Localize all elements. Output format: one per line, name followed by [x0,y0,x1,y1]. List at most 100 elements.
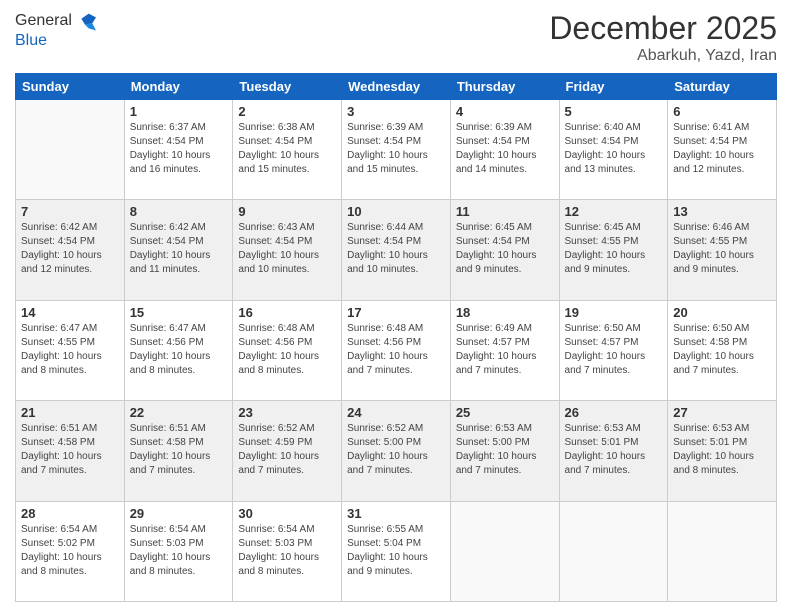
day-number: 22 [130,405,228,420]
day-info: Sunrise: 6:47 AM Sunset: 4:56 PM Dayligh… [130,322,228,378]
day-info: Sunrise: 6:53 AM Sunset: 5:01 PM Dayligh… [565,422,663,478]
calendar-cell: 27Sunrise: 6:53 AM Sunset: 5:01 PM Dayli… [668,401,777,501]
calendar-cell: 19 Sunrise: 6:50 AM Sunset: 4:57 PM Dayli… [559,300,668,400]
day-info: Sunrise: 6:40 AM Sunset: 4:54 PM Dayligh… [565,121,663,177]
day-info: Sunrise: 6:41 AM Sunset: 4:54 PM Dayligh… [673,121,771,177]
day-number: 25 [456,405,554,420]
calendar-week-row: 7 Sunrise: 6:42 AM Sunset: 4:54 PM Daylig… [16,200,777,300]
day-info: Sunrise: 6:45 AM Sunset: 4:54 PM Dayligh… [456,221,554,277]
day-info: Sunrise: 6:43 AM Sunset: 4:54 PM Dayligh… [238,221,336,277]
day-number: 31 [347,506,445,521]
header-wednesday: Wednesday [342,74,451,100]
day-info: Sunrise: 6:54 AM Sunset: 5:02 PM Dayligh… [21,523,119,579]
calendar-cell: 24 Sunrise: 6:52 AM Sunset: 5:00 PM Dayli… [342,401,451,501]
calendar-cell: 3 Sunrise: 6:39 AM Sunset: 4:54 PM Daylig… [342,100,451,200]
calendar-cell: 5 Sunrise: 6:40 AM Sunset: 4:54 PM Daylig… [559,100,668,200]
day-number: 12 [565,204,663,219]
day-number: 29 [130,506,228,521]
calendar-table: Sunday Monday Tuesday Wednesday Thursday… [15,73,777,602]
calendar-cell: 13Sunrise: 6:46 AM Sunset: 4:55 PM Dayli… [668,200,777,300]
day-info: Sunrise: 6:52 AM Sunset: 5:00 PM Dayligh… [347,422,445,478]
calendar-cell: 16 Sunrise: 6:48 AM Sunset: 4:56 PM Dayli… [233,300,342,400]
calendar-cell: 1 Sunrise: 6:37 AM Sunset: 4:54 PM Daylig… [124,100,233,200]
header: General Blue December 2025 Abarkuh, Yazd… [15,10,777,65]
title-block: December 2025 Abarkuh, Yazd, Iran [549,10,777,65]
calendar-cell: 17 Sunrise: 6:48 AM Sunset: 4:56 PM Dayli… [342,300,451,400]
calendar-cell: 20Sunrise: 6:50 AM Sunset: 4:58 PM Dayli… [668,300,777,400]
day-info: Sunrise: 6:39 AM Sunset: 4:54 PM Dayligh… [456,121,554,177]
day-number: 14 [21,305,119,320]
day-number: 30 [238,506,336,521]
day-number: 24 [347,405,445,420]
day-number: 18 [456,305,554,320]
day-info: Sunrise: 6:42 AM Sunset: 4:54 PM Dayligh… [130,221,228,277]
page: General Blue December 2025 Abarkuh, Yazd… [0,0,792,612]
day-number: 7 [21,204,119,219]
header-monday: Monday [124,74,233,100]
logo: General Blue [15,10,96,50]
calendar-cell [16,100,125,200]
day-info: Sunrise: 6:49 AM Sunset: 4:57 PM Dayligh… [456,322,554,378]
day-number: 13 [673,204,771,219]
day-number: 15 [130,305,228,320]
day-info: Sunrise: 6:48 AM Sunset: 4:56 PM Dayligh… [347,322,445,378]
day-number: 6 [673,104,771,119]
header-saturday: Saturday [668,74,777,100]
calendar-cell: 25 Sunrise: 6:53 AM Sunset: 5:00 PM Dayli… [450,401,559,501]
location-title: Abarkuh, Yazd, Iran [549,47,777,65]
day-number: 16 [238,305,336,320]
header-tuesday: Tuesday [233,74,342,100]
day-number: 20 [673,305,771,320]
calendar-cell: 23Sunrise: 6:52 AM Sunset: 4:59 PM Dayli… [233,401,342,501]
day-info: Sunrise: 6:42 AM Sunset: 4:54 PM Dayligh… [21,221,119,277]
day-info: Sunrise: 6:37 AM Sunset: 4:54 PM Dayligh… [130,121,228,177]
calendar-cell: 12Sunrise: 6:45 AM Sunset: 4:55 PM Dayli… [559,200,668,300]
day-number: 27 [673,405,771,420]
calendar-cell: 28 Sunrise: 6:54 AM Sunset: 5:02 PM Dayli… [16,501,125,601]
day-info: Sunrise: 6:51 AM Sunset: 4:58 PM Dayligh… [130,422,228,478]
day-number: 1 [130,104,228,119]
day-info: Sunrise: 6:54 AM Sunset: 5:03 PM Dayligh… [130,523,228,579]
calendar-cell: 14Sunrise: 6:47 AM Sunset: 4:55 PM Dayli… [16,300,125,400]
calendar-cell: 21 Sunrise: 6:51 AM Sunset: 4:58 PM Dayli… [16,401,125,501]
day-number: 26 [565,405,663,420]
day-info: Sunrise: 6:39 AM Sunset: 4:54 PM Dayligh… [347,121,445,177]
day-number: 19 [565,305,663,320]
day-number: 21 [21,405,119,420]
day-number: 9 [238,204,336,219]
day-info: Sunrise: 6:44 AM Sunset: 4:54 PM Dayligh… [347,221,445,277]
calendar-cell [668,501,777,601]
day-info: Sunrise: 6:50 AM Sunset: 4:57 PM Dayligh… [565,322,663,378]
calendar-week-row: 21 Sunrise: 6:51 AM Sunset: 4:58 PM Dayli… [16,401,777,501]
calendar-week-row: 28 Sunrise: 6:54 AM Sunset: 5:02 PM Dayli… [16,501,777,601]
calendar-cell: 11Sunrise: 6:45 AM Sunset: 4:54 PM Dayli… [450,200,559,300]
header-sunday: Sunday [16,74,125,100]
calendar-cell [559,501,668,601]
calendar-cell: 7 Sunrise: 6:42 AM Sunset: 4:54 PM Daylig… [16,200,125,300]
day-info: Sunrise: 6:48 AM Sunset: 4:56 PM Dayligh… [238,322,336,378]
day-number: 8 [130,204,228,219]
day-number: 5 [565,104,663,119]
calendar-cell: 2Sunrise: 6:38 AM Sunset: 4:54 PM Daylig… [233,100,342,200]
calendar-cell: 9 Sunrise: 6:43 AM Sunset: 4:54 PM Daylig… [233,200,342,300]
day-info: Sunrise: 6:53 AM Sunset: 5:00 PM Dayligh… [456,422,554,478]
calendar-cell: 18 Sunrise: 6:49 AM Sunset: 4:57 PM Dayli… [450,300,559,400]
calendar-cell: 6 Sunrise: 6:41 AM Sunset: 4:54 PM Daylig… [668,100,777,200]
logo-blue-text: Blue [15,32,96,50]
day-info: Sunrise: 6:51 AM Sunset: 4:58 PM Dayligh… [21,422,119,478]
day-number: 3 [347,104,445,119]
day-number: 28 [21,506,119,521]
calendar-cell: 30Sunrise: 6:54 AM Sunset: 5:03 PM Dayli… [233,501,342,601]
calendar-week-row: 14Sunrise: 6:47 AM Sunset: 4:55 PM Dayli… [16,300,777,400]
header-friday: Friday [559,74,668,100]
day-number: 17 [347,305,445,320]
header-thursday: Thursday [450,74,559,100]
calendar-week-row: 1 Sunrise: 6:37 AM Sunset: 4:54 PM Daylig… [16,100,777,200]
calendar-cell: 29 Sunrise: 6:54 AM Sunset: 5:03 PM Dayli… [124,501,233,601]
calendar-cell: 31Sunrise: 6:55 AM Sunset: 5:04 PM Dayli… [342,501,451,601]
day-number: 2 [238,104,336,119]
logo-general-text: General [15,12,72,30]
day-info: Sunrise: 6:52 AM Sunset: 4:59 PM Dayligh… [238,422,336,478]
calendar-cell [450,501,559,601]
day-number: 10 [347,204,445,219]
